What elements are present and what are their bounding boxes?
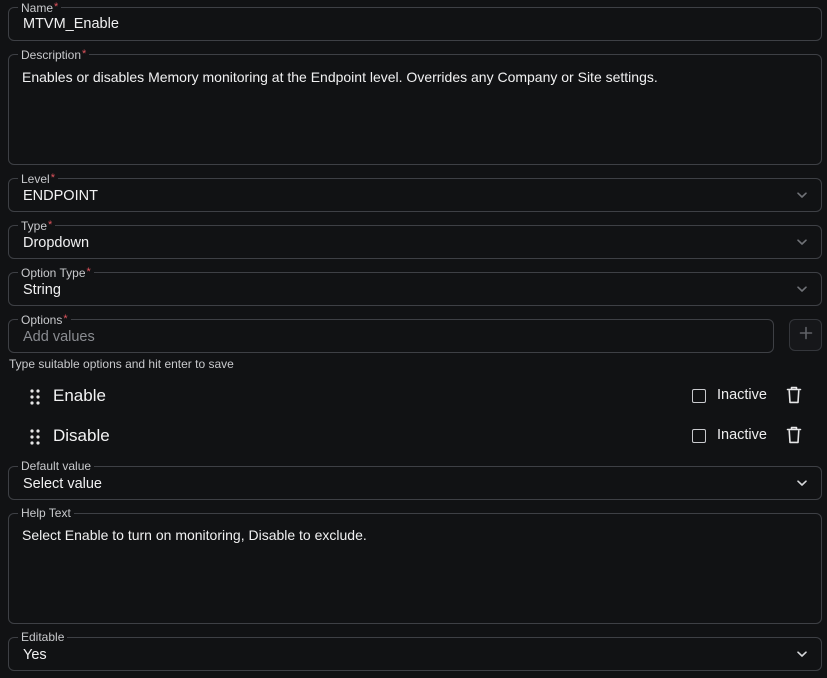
name-label: Name* <box>18 0 62 15</box>
chevron-down-icon <box>795 282 809 296</box>
level-select[interactable]: Level* ENDPOINT <box>8 171 822 212</box>
inactive-checkbox[interactable] <box>692 389 706 403</box>
options-input[interactable]: Options* Add values <box>8 312 774 353</box>
description-text: Enables or disables Memory monitoring at… <box>22 69 658 85</box>
drag-handle-icon[interactable] <box>30 389 40 405</box>
chevron-down-icon <box>795 235 809 249</box>
trash-icon[interactable] <box>786 386 802 404</box>
plus-icon <box>799 326 813 345</box>
type-select[interactable]: Type* Dropdown <box>8 218 822 259</box>
inactive-label: Inactive <box>717 387 767 403</box>
help-text-label: Help Text <box>18 506 74 520</box>
editable-label: Editable <box>18 630 68 644</box>
custom-field-form: Name* MTVM_Enable Description* Enables o… <box>0 0 827 678</box>
options-label: Options* <box>18 312 71 327</box>
default-value-label: Default value <box>18 459 95 473</box>
level-value: ENDPOINT <box>23 188 98 204</box>
editable-select[interactable]: Editable Yes <box>8 630 822 671</box>
editable-value: Yes <box>23 647 47 663</box>
inactive-label: Inactive <box>717 427 767 443</box>
drag-handle-icon[interactable] <box>30 429 40 445</box>
option-label: Enable <box>53 386 106 405</box>
trash-icon[interactable] <box>786 426 802 444</box>
option-type-select[interactable]: Option Type* String <box>8 265 822 306</box>
description-label: Description* <box>18 47 90 62</box>
name-field[interactable]: Name* MTVM_Enable <box>8 0 822 41</box>
option-item: Disable Inactive <box>8 419 822 453</box>
option-item: Enable Inactive <box>8 379 822 413</box>
chevron-down-icon <box>795 647 809 661</box>
chevron-down-icon <box>795 476 809 490</box>
level-label: Level* <box>18 171 58 186</box>
chevron-down-icon <box>795 188 809 202</box>
option-type-value: String <box>23 282 61 298</box>
type-value: Dropdown <box>23 235 90 251</box>
default-value-value: Select value <box>23 476 102 492</box>
options-hint: Type suitable options and hit enter to s… <box>9 357 234 371</box>
help-text-field[interactable]: Help Text Select Enable to turn on monit… <box>8 506 822 624</box>
help-text-value: Select Enable to turn on monitoring, Dis… <box>22 527 367 543</box>
add-option-button[interactable] <box>789 319 822 351</box>
options-placeholder: Add values <box>23 329 95 345</box>
inactive-checkbox[interactable] <box>692 429 706 443</box>
name-input-value: MTVM_Enable <box>23 16 119 32</box>
type-label: Type* <box>18 218 56 233</box>
default-value-select[interactable]: Default value Select value <box>8 459 822 500</box>
option-type-label: Option Type* <box>18 265 94 280</box>
option-label: Disable <box>53 426 110 445</box>
description-field[interactable]: Description* Enables or disables Memory … <box>8 47 822 165</box>
